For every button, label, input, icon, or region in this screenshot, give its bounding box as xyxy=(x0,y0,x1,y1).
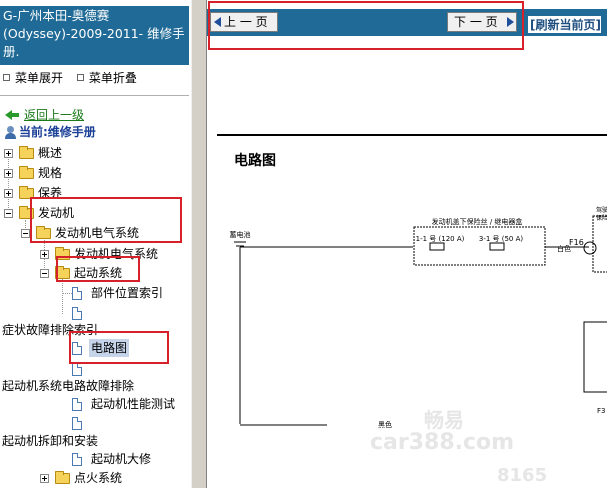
tree-line xyxy=(62,278,63,314)
fuse-1-icon xyxy=(429,242,445,251)
document-rule xyxy=(217,134,607,136)
fuse-box-outline xyxy=(413,226,546,266)
document-icon xyxy=(72,398,82,411)
folder-icon xyxy=(55,471,70,484)
collapse-toggle-icon[interactable] xyxy=(21,229,30,238)
folder-icon xyxy=(19,146,34,159)
highlight-box xyxy=(208,1,524,50)
divider xyxy=(0,95,189,96)
connector-label: F16 xyxy=(569,238,584,247)
book-title: G-广州本田-奥德赛(Odyssey)-2009-2011- 维修手册. xyxy=(0,6,189,65)
collapse-icon xyxy=(76,74,84,81)
menu-expand-button[interactable]: 菜单展开 xyxy=(3,71,63,85)
expand-toggle-icon[interactable] xyxy=(4,189,13,198)
f3-component xyxy=(583,321,607,393)
document-icon xyxy=(72,287,82,300)
content-pane: 上 一 页 下 一 页 [刷新当前页] 电路图 蓄电池 发动机盖下保险丝 / 继… xyxy=(207,0,607,488)
back-arrow-icon xyxy=(5,110,19,120)
document-icon xyxy=(72,307,82,320)
collapse-toggle-icon[interactable] xyxy=(4,209,13,218)
connector-icon xyxy=(583,241,597,255)
menu-controls: 菜单展开 菜单折叠 xyxy=(3,69,147,86)
watermark: 8165 xyxy=(497,465,548,486)
highlight-box xyxy=(56,256,140,282)
highlight-box xyxy=(69,331,169,364)
menu-collapse-button[interactable]: 菜单折叠 xyxy=(76,71,137,85)
expand-toggle-icon[interactable] xyxy=(4,169,13,178)
fuse-2-label: 3-1 号 (50 A) xyxy=(479,235,524,243)
document-icon xyxy=(72,453,82,466)
ground-wire-label: 黑色 xyxy=(378,420,392,429)
watermark: car388.com xyxy=(370,430,515,455)
fuse-1-label: 1-1 号 (120 A) xyxy=(416,235,465,243)
expand-toggle-icon[interactable] xyxy=(40,250,49,259)
tree-line xyxy=(62,293,72,294)
refresh-page-link[interactable]: [刷新当前页] xyxy=(528,16,601,33)
document-icon xyxy=(72,417,82,430)
fuse-box-label: 发动机盖下保险丝 / 继电器盒 xyxy=(432,217,523,226)
document-icon xyxy=(72,363,82,376)
frame-splitter[interactable] xyxy=(191,0,207,488)
expand-toggle-icon[interactable] xyxy=(4,149,13,158)
page-title: 电路图 xyxy=(234,153,276,169)
folder-icon xyxy=(19,166,34,179)
tree-pane: G-广州本田-奥德赛(Odyssey)-2009-2011- 维修手册. 菜单展… xyxy=(0,0,191,488)
right-box-label: 保险 xyxy=(596,214,607,222)
right-box-label: 驾驶 xyxy=(596,206,607,214)
highlight-box xyxy=(30,197,182,243)
f3-label: F3 xyxy=(597,407,605,415)
collapse-toggle-icon[interactable] xyxy=(40,269,49,278)
expand-toggle-icon[interactable] xyxy=(40,474,49,483)
watermark: 畅易 xyxy=(424,408,464,432)
fuse-2-icon xyxy=(489,242,505,251)
battery-label: 蓄电池 xyxy=(230,230,251,239)
expand-icon xyxy=(3,74,10,81)
user-icon xyxy=(5,126,16,139)
